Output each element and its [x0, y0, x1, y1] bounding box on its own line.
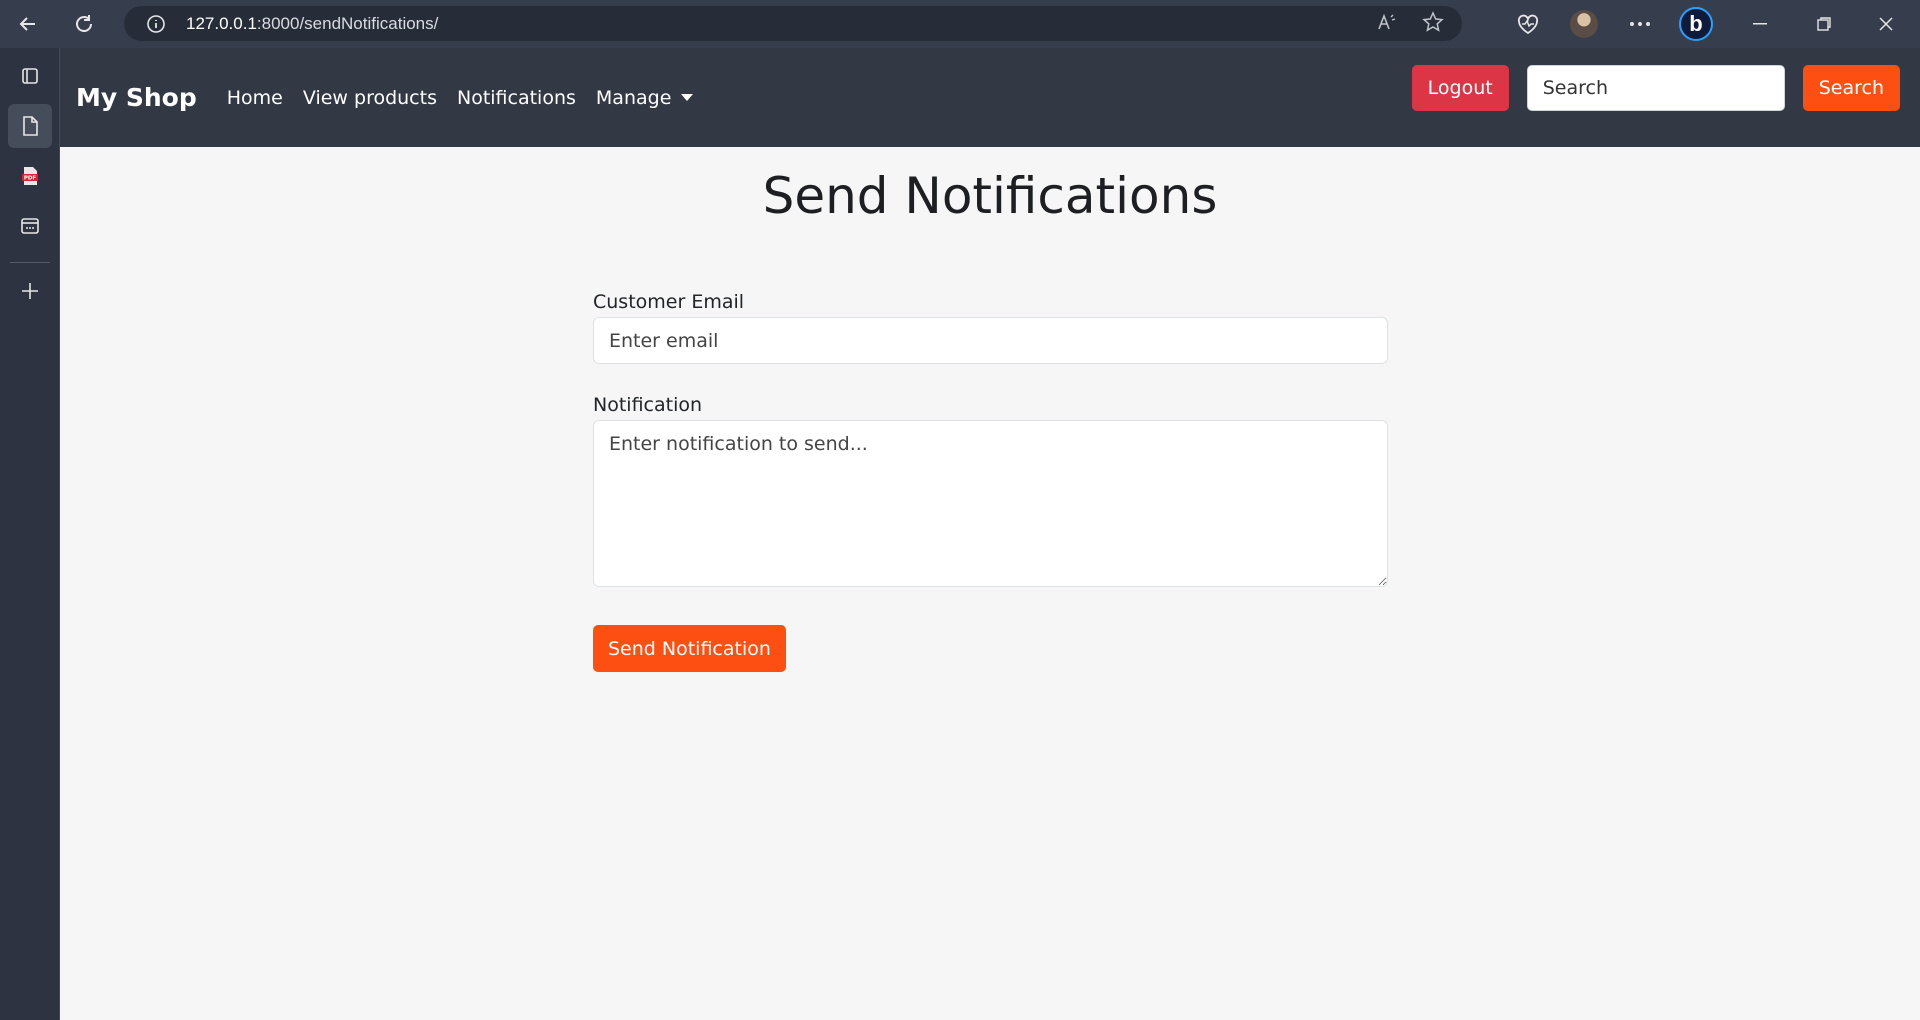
- page-title: Send Notifications: [762, 167, 1218, 225]
- nav-home-link[interactable]: Home: [227, 87, 283, 109]
- caret-down-icon: [681, 94, 694, 101]
- tab-app-icon[interactable]: [8, 204, 52, 248]
- tab-actions-icon[interactable]: [8, 54, 52, 98]
- vertical-tab-strip: PDF: [0, 48, 60, 1020]
- tab-strip-divider: [10, 262, 50, 263]
- notification-textarea[interactable]: [593, 420, 1388, 587]
- close-window-icon[interactable]: [1852, 0, 1920, 48]
- profile-avatar[interactable]: [1556, 0, 1612, 48]
- restore-icon[interactable]: [1796, 0, 1852, 48]
- read-aloud-icon[interactable]: [1376, 12, 1396, 36]
- site-navbar: My Shop Home View products Notifications…: [60, 48, 1920, 147]
- back-icon[interactable]: [0, 0, 56, 48]
- minimize-icon[interactable]: [1724, 0, 1796, 48]
- nav-links: Home View products Notifications Manage: [227, 87, 694, 109]
- browser-essentials-icon[interactable]: [1500, 0, 1556, 48]
- copilot-icon[interactable]: b: [1668, 0, 1724, 48]
- nav-manage-dropdown[interactable]: Manage: [595, 86, 694, 109]
- browser-toolbar: 127.0.0.1:8000/sendNotifications/ b: [0, 0, 1920, 48]
- nav-manage-label: Manage: [595, 86, 672, 109]
- brand-logo[interactable]: My Shop: [76, 83, 197, 112]
- tab-page-icon[interactable]: [8, 104, 52, 148]
- new-tab-plus-icon[interactable]: [8, 269, 52, 313]
- site-info-icon[interactable]: [146, 14, 166, 34]
- refresh-icon[interactable]: [56, 0, 112, 48]
- address-url: 127.0.0.1:8000/sendNotifications/: [186, 13, 439, 33]
- nav-view-products-link[interactable]: View products: [303, 87, 437, 109]
- email-group: Customer Email: [593, 291, 1388, 364]
- tab-pdf-icon[interactable]: PDF: [8, 154, 52, 198]
- send-notification-button[interactable]: Send Notification: [593, 625, 786, 672]
- address-bar[interactable]: 127.0.0.1:8000/sendNotifications/: [124, 6, 1462, 41]
- more-options-icon[interactable]: [1612, 0, 1668, 48]
- svg-text:PDF: PDF: [24, 176, 37, 182]
- email-label: Customer Email: [593, 291, 745, 313]
- search-input[interactable]: [1526, 65, 1785, 111]
- send-notification-form: Customer Email Notification Send Notific…: [593, 291, 1388, 672]
- notification-group: Notification: [593, 394, 1388, 591]
- logout-button[interactable]: Logout: [1411, 65, 1509, 111]
- main-content: Send Notifications Customer Email Notifi…: [60, 147, 1920, 1020]
- email-field[interactable]: [593, 317, 1388, 364]
- nav-notifications-link[interactable]: Notifications: [457, 87, 576, 109]
- notification-label: Notification: [593, 394, 703, 416]
- favorite-star-icon[interactable]: [1422, 10, 1444, 37]
- search-button[interactable]: Search: [1802, 65, 1900, 111]
